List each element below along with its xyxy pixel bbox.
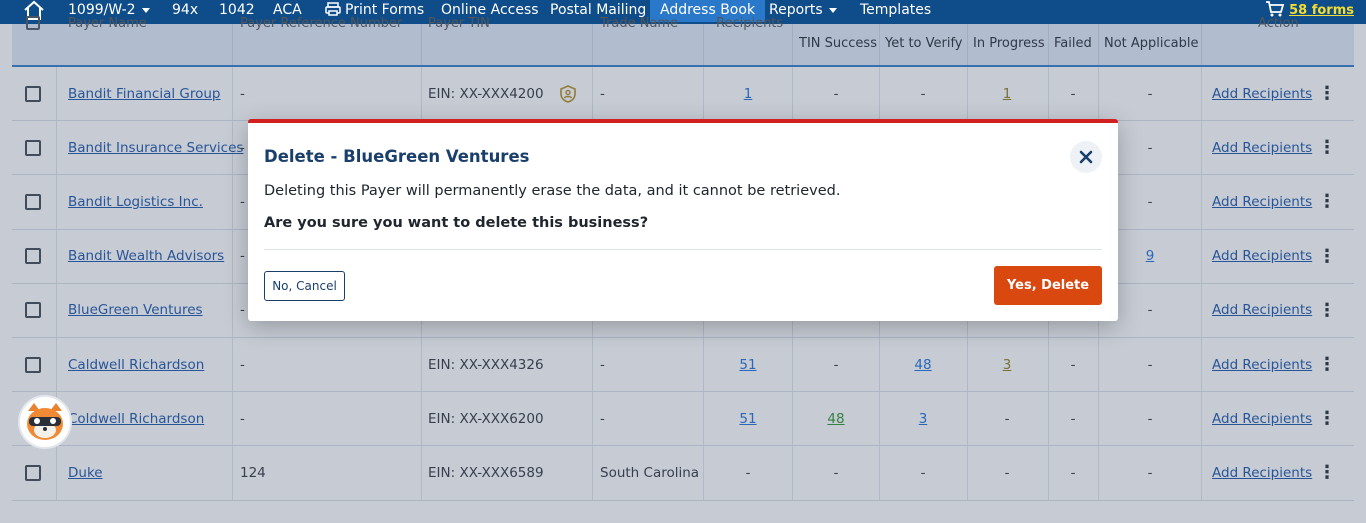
printer-icon <box>325 2 341 16</box>
chevron-down-icon <box>141 7 150 13</box>
dialog-title: Delete - BlueGreen Ventures <box>264 147 530 166</box>
nav-item-templates[interactable]: Templates <box>860 1 931 19</box>
close-button[interactable] <box>1070 141 1102 173</box>
cancel-button[interactable]: No, Cancel <box>264 271 345 301</box>
chat-assistant-avatar[interactable] <box>18 395 72 449</box>
delete-payer-dialog: Delete - BlueGreen Ventures Deleting thi… <box>248 119 1118 321</box>
cart-count: 58 forms <box>1289 3 1354 18</box>
cart-icon <box>1266 1 1285 17</box>
dialog-message: Deleting this Payer will permanently era… <box>264 183 841 199</box>
close-icon <box>1079 150 1093 164</box>
dialog-question: Are you sure you want to delete this bus… <box>264 215 649 231</box>
chevron-down-icon <box>828 7 837 13</box>
nav-item-94x[interactable]: 94x <box>172 1 198 19</box>
confirm-delete-button[interactable]: Yes, Delete <box>994 266 1102 305</box>
divider <box>264 249 1102 250</box>
raccoon-mascot-icon <box>27 403 63 440</box>
top-nav: 1099/W-2 94x 1042 ACA Print Forms Online… <box>0 0 1366 24</box>
